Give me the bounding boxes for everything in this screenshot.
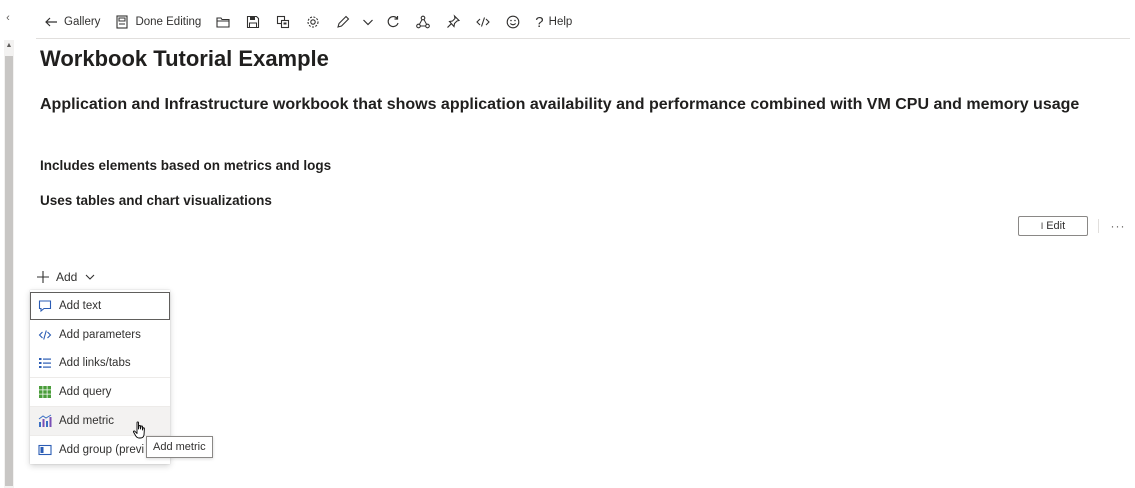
chevron-down-icon (85, 274, 95, 280)
edit-marker-icon: ǀ (1040, 221, 1044, 231)
pin-button[interactable] (438, 8, 468, 36)
list-icon (39, 358, 51, 368)
step-edit-button[interactable]: ǀ Edit (1018, 216, 1088, 236)
menu-item-label: Add group (previ (59, 444, 145, 456)
refresh-icon (387, 15, 399, 28)
advanced-editor-button[interactable] (468, 8, 498, 36)
smiley-feedback-icon (506, 15, 520, 29)
save-button[interactable] (238, 8, 268, 36)
grid-icon (39, 386, 51, 398)
description-line-2: Uses tables and chart visualizations (40, 193, 272, 208)
settings-button[interactable] (298, 8, 328, 36)
menu-item-label: Add query (59, 386, 112, 398)
code-icon (38, 330, 52, 340)
hand-pointer-cursor-icon (132, 421, 145, 439)
menu-item-add-parameters[interactable]: Add parameters (30, 321, 170, 349)
copy-icon (277, 15, 290, 29)
share-icon (416, 15, 431, 29)
gallery-label: Gallery (64, 16, 101, 28)
help-question-icon: ? (535, 13, 544, 31)
code-icon (476, 17, 491, 27)
edit-label: Edit (1046, 220, 1066, 232)
chevron-down-icon (363, 19, 374, 26)
menu-item-add-metric[interactable]: Add metric (30, 407, 170, 435)
save-as-button[interactable] (268, 8, 298, 36)
workbook-toolbar: Gallery Done Editing ? Help (36, 6, 1130, 39)
done-editing-icon (116, 15, 128, 29)
menu-item-label: Add text (59, 300, 102, 312)
collapse-left-icon[interactable]: ‹ (2, 12, 14, 28)
edit-button[interactable] (328, 8, 358, 36)
done-editing-button[interactable]: Done Editing (107, 8, 208, 36)
menu-item-label: Add parameters (59, 329, 141, 341)
pencil-edit-icon (337, 15, 350, 28)
settings-gear-icon (307, 16, 319, 28)
menu-item-label: Add metric (59, 415, 114, 427)
page-title: Workbook Tutorial Example (40, 46, 329, 71)
comment-icon (38, 300, 52, 313)
more-options-button[interactable]: ··· (1106, 216, 1130, 236)
feedback-button[interactable] (498, 8, 528, 36)
add-label: Add (56, 270, 78, 284)
done-editing-label: Done Editing (135, 16, 202, 28)
add-metric-tooltip: Add metric (146, 436, 213, 458)
back-arrow-icon (45, 17, 57, 27)
page-subtitle: Application and Infrastructure workbook … (40, 96, 1080, 113)
metric-chart-icon (38, 414, 52, 427)
share-button[interactable] (408, 8, 438, 36)
plus-icon (37, 271, 49, 283)
help-label: Help (548, 16, 573, 28)
open-folder-icon (216, 17, 230, 28)
edit-divider (1098, 219, 1099, 233)
pin-icon (447, 14, 461, 28)
group-icon (38, 444, 52, 456)
menu-item-add-query[interactable]: Add query (30, 378, 170, 406)
refresh-button[interactable] (378, 8, 408, 36)
menu-item-add-links-tabs[interactable]: Add links/tabs (30, 349, 170, 377)
gallery-button[interactable]: Gallery (36, 8, 107, 36)
help-button[interactable]: ? Help (528, 8, 579, 36)
description-line-1: Includes elements based on metrics and l… (40, 158, 332, 173)
scroll-up-arrow-icon[interactable]: ▲ (4, 40, 14, 52)
scrollbar-thumb[interactable] (5, 56, 13, 486)
menu-item-label: Add links/tabs (59, 357, 131, 369)
open-button[interactable] (208, 8, 238, 36)
add-button[interactable]: Add (36, 266, 97, 288)
save-icon (247, 15, 260, 29)
edit-dropdown-button[interactable] (358, 8, 378, 36)
menu-item-add-text[interactable]: Add text (30, 292, 170, 320)
